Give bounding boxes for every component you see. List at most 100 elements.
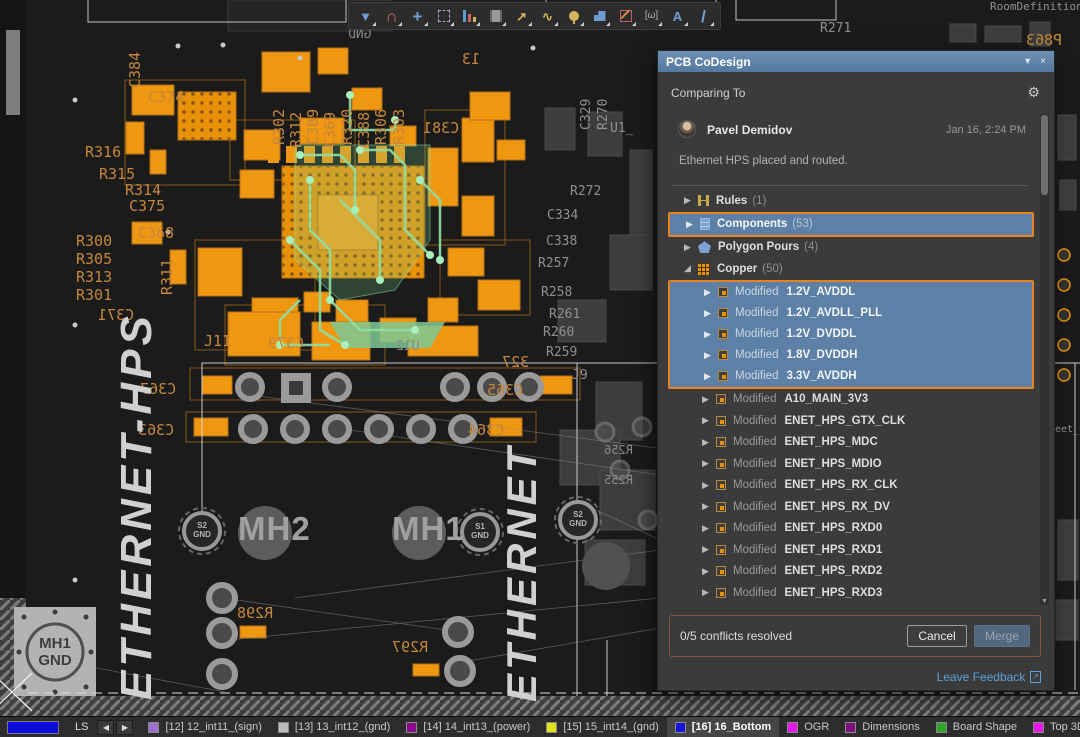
expand-arrow-icon[interactable]: ▶ (702, 523, 716, 534)
expand-arrow-icon[interactable]: ▶ (702, 501, 716, 512)
filter-icon-button[interactable]: ▼ (353, 4, 378, 28)
pcb-silkscreen-label: R255 (604, 474, 633, 486)
conflict-bar: 0/5 conflicts resolved Cancel Merge (669, 615, 1041, 657)
layer-tab-label: [14] 14_int13_(power) (423, 721, 530, 733)
tree-item-a10-main-3v3[interactable]: ▶ModifiedA10_MAIN_3V3 (668, 389, 1034, 411)
panel-collapse-icon[interactable]: ▾ (1025, 56, 1030, 67)
current-layer-color-swatch[interactable] (7, 721, 59, 734)
components-icon (700, 218, 710, 230)
pcb-silkscreen-label: R298 (237, 606, 273, 621)
polygon-pour-icon (594, 11, 606, 21)
expand-arrow-icon[interactable]: ▶ (704, 371, 718, 382)
place-string-icon: A (673, 10, 682, 23)
select-area-icon-button[interactable] (431, 4, 456, 28)
tree-item-enet-hps-rxd1[interactable]: ▶ModifiedENET_HPS_RXD1 (668, 539, 1034, 561)
scrollbar[interactable]: ▼ (1040, 113, 1049, 605)
pcb-silkscreen-label: R297 (392, 640, 428, 655)
pcb-silkscreen-label: C364 (468, 423, 504, 438)
expand-arrow-icon[interactable]: ▶ (684, 242, 698, 253)
tree-item-enet-hps-rxd0[interactable]: ▶ModifiedENET_HPS_RXD0 (668, 518, 1034, 540)
layer-tabs: [12] 12_int11_(sign) [13] 13_int12_(gnd) [… (140, 717, 1080, 737)
expand-arrow-icon[interactable]: ▶ (704, 350, 718, 361)
tree-item-enet-hps-rx-clk[interactable]: ▶ModifiedENET_HPS_RX_CLK (668, 475, 1034, 497)
polygon-pour-icon-button[interactable] (587, 4, 612, 28)
place-component-icon-button[interactable] (483, 4, 508, 28)
expand-arrow-icon[interactable]: ▶ (702, 480, 716, 491)
expand-arrow-icon[interactable]: ▶ (702, 394, 716, 405)
tree-item-label: 1.2V_AVDLL_PLL (786, 307, 882, 319)
commit-card[interactable]: Pavel Demidov Jan 16, 2:24 PM Ethernet H… (671, 113, 1028, 177)
tree-item-components[interactable]: ▶Components(53) (670, 214, 1032, 235)
scrollbar-down-arrow[interactable]: ▼ (1040, 598, 1049, 605)
scrollbar-thumb[interactable] (1041, 115, 1048, 195)
pcb-silkscreen-label: R260 (543, 326, 574, 339)
expand-arrow-icon[interactable]: ▶ (704, 287, 718, 298)
expand-arrow-icon[interactable]: ▶ (686, 219, 700, 230)
differential-route-icon-button[interactable]: ∿ (535, 4, 560, 28)
expand-arrow-icon[interactable]: ▶ (702, 587, 716, 598)
merge-button[interactable]: Merge (974, 625, 1030, 647)
change-status: Modified (733, 544, 776, 556)
snap-magnet-icon-button[interactable]: ∩ (379, 4, 404, 28)
tree-item-enet-hps-mdc[interactable]: ▶ModifiedENET_HPS_MDC (668, 432, 1034, 454)
pcb-silkscreen-label: MH1 (392, 512, 465, 545)
layer-tab-13-13-int12-gnd[interactable]: [13] 13_int12_(gnd) (270, 717, 398, 737)
place-track-icon-button[interactable] (613, 4, 638, 28)
room-icon-button[interactable]: [ω] (639, 4, 664, 28)
panel-close-icon[interactable]: × (1040, 56, 1046, 67)
expand-arrow-icon[interactable]: ▶ (704, 329, 718, 340)
tree-item-1-2v-avddl[interactable]: ▶Modified1.2V_AVDDL (670, 282, 1032, 303)
place-string-icon-button[interactable]: A (665, 4, 690, 28)
tree-item-enet-hps-gtx-clk[interactable]: ▶ModifiedENET_HPS_GTX_CLK (668, 410, 1034, 432)
expand-arrow-icon[interactable]: ▶ (704, 308, 718, 319)
tree-item-copper[interactable]: ◢Copper(50) (668, 258, 1034, 280)
layer-scroll-left-button[interactable]: ◀ (97, 720, 114, 735)
expand-arrow-icon[interactable]: ▶ (702, 566, 716, 577)
expand-arrow-icon[interactable]: ▶ (684, 195, 698, 206)
expand-arrow-icon[interactable]: ▶ (702, 437, 716, 448)
tree-item-enet-hps-rx-dv[interactable]: ▶ModifiedENET_HPS_RX_DV (668, 496, 1034, 518)
mod-icon (718, 329, 728, 339)
layer-tab-15-15-int14-gnd[interactable]: [15] 15_int14_(gnd) (538, 717, 666, 737)
place-via-icon-button[interactable] (561, 4, 586, 28)
layer-tab-16-16-bottom[interactable]: [16] 16_Bottom (667, 717, 779, 737)
tree-item-enet-hps-mdio[interactable]: ▶ModifiedENET_HPS_MDIO (668, 453, 1034, 475)
move-cross-icon: + (413, 8, 423, 25)
tree-item-1-8v-dvddh[interactable]: ▶Modified1.8V_DVDDH (670, 345, 1032, 366)
tree-item-1-2v-avdll-pll[interactable]: ▶Modified1.2V_AVDLL_PLL (670, 303, 1032, 324)
tree-item-3-3v-avddh[interactable]: ▶Modified3.3V_AVDDH (670, 366, 1032, 387)
gear-icon[interactable]: ⚙ (1027, 84, 1040, 101)
layer-scroll-right-button[interactable]: ▶ (116, 720, 133, 735)
tree-item-1-2v-dvddl[interactable]: ▶Modified1.2V_DVDDL (670, 324, 1032, 345)
active-bar-toolbar: ▼∩ + ↗∿ [ω] A / (348, 2, 721, 30)
leave-feedback-link[interactable]: Leave Feedback ↗ (937, 670, 1041, 684)
layer-tab-14-14-int13-power[interactable]: [14] 14_int13_(power) (398, 717, 538, 737)
tree-item-rules[interactable]: ▶Rules(1) (668, 190, 1034, 212)
interactive-route-icon-button[interactable]: ↗ (509, 4, 534, 28)
layer-tab-board-shape[interactable]: Board Shape (928, 717, 1025, 737)
expand-arrow-icon[interactable]: ▶ (702, 415, 716, 426)
layer-tab-ogr[interactable]: OGR (779, 717, 837, 737)
tree-item-label: Copper (717, 263, 757, 275)
layer-sets-button[interactable]: LS (67, 721, 96, 733)
layer-tab-dimensions[interactable]: Dimensions (837, 717, 927, 737)
cancel-button[interactable]: Cancel (907, 625, 967, 647)
layer-tab-label: [12] 12_int11_(sign) (165, 721, 261, 733)
expand-arrow-icon[interactable]: ▶ (702, 458, 716, 469)
expand-arrow-icon[interactable]: ▶ (702, 544, 716, 555)
move-cross-icon-button[interactable]: + (405, 4, 430, 28)
place-via-icon (569, 11, 579, 21)
expand-arrow-icon[interactable]: ◢ (684, 263, 698, 274)
layer-tab-12-12-int11-sign[interactable]: [12] 12_int11_(sign) (140, 717, 269, 737)
place-track-icon (620, 10, 632, 22)
layer-tab-top-3d-body[interactable]: Top 3D Body (1025, 717, 1080, 737)
tree-item-enet-hps-rxd3[interactable]: ▶ModifiedENET_HPS_RXD3 (668, 582, 1034, 604)
tree-item-polygon-pours[interactable]: ▶Polygon Pours(4) (668, 237, 1034, 259)
panel-header[interactable]: PCB CoDesign ▾ × (658, 51, 1054, 72)
mod-icon (716, 480, 726, 490)
tree-item-label: 1.8V_DVDDH (786, 349, 857, 361)
change-status: Modified (733, 436, 776, 448)
place-line-icon-button[interactable]: / (691, 4, 716, 28)
board-insight-icon-button[interactable] (457, 4, 482, 28)
tree-item-enet-hps-rxd2[interactable]: ▶ModifiedENET_HPS_RXD2 (668, 561, 1034, 583)
